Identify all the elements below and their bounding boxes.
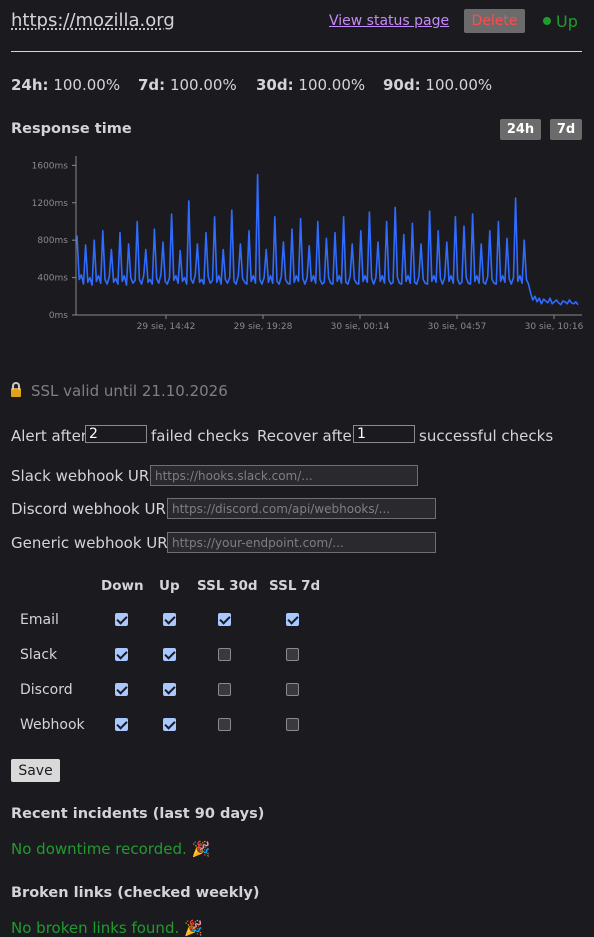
uptime-90d: 90d: 100.00% [383, 76, 492, 94]
x-tick-label: 29 sie, 19:28 [234, 322, 293, 332]
uptime-value: 100.00% [53, 76, 121, 94]
alert-after-input[interactable] [85, 425, 147, 443]
lock-icon [11, 382, 21, 397]
ssl-text: SSL valid until 21.10.2026 [31, 382, 228, 400]
notification-row-label: Email [20, 612, 59, 628]
notification-checkbox[interactable] [163, 648, 176, 661]
status-dot-icon [543, 17, 551, 25]
column-header-ssl-30d: SSL 30d [197, 578, 258, 594]
notification-checkbox[interactable] [286, 683, 299, 696]
recover-after-label: Recover after [257, 427, 358, 445]
delete-button[interactable]: Delete [464, 9, 525, 33]
x-tick-label: 30 sie, 04:57 [428, 322, 487, 332]
response-time-chart: 0ms 400ms 800ms 1200ms 1600ms 29 sie, 14:42 2… [32, 156, 584, 332]
notification-checkbox[interactable] [286, 718, 299, 731]
notification-checkbox[interactable] [163, 718, 176, 731]
broken-links-message: No broken links found. 🎉 [11, 919, 203, 937]
column-header-down: Down [101, 578, 144, 594]
successful-checks-label: successful checks [419, 427, 554, 445]
failed-checks-label: failed checks [151, 427, 250, 445]
y-tick-label: 1600ms [32, 161, 69, 171]
uptime-24h: 24h: 100.00% [11, 76, 120, 94]
slack-webhook-input[interactable] [150, 465, 418, 486]
alert-after-label: Alert after [11, 427, 87, 445]
uptime-30d: 30d: 100.00% [256, 76, 365, 94]
view-status-page-link[interactable]: View status page [329, 13, 449, 29]
status-badge: Up [543, 12, 578, 31]
incidents-title: Recent incidents (last 90 days) [11, 806, 265, 822]
y-tick-label: 800ms [37, 236, 68, 246]
uptime-7d: 7d: 100.00% [138, 76, 237, 94]
notification-checkbox[interactable] [218, 718, 231, 731]
save-button[interactable]: Save [11, 759, 60, 782]
notification-checkbox[interactable] [218, 648, 231, 661]
notification-checkbox[interactable] [115, 613, 128, 626]
uptime-value: 100.00% [169, 76, 237, 94]
x-tick-label: 30 sie, 00:14 [331, 322, 390, 332]
incidents-message: No downtime recorded. 🎉 [11, 840, 211, 858]
series-line [76, 173, 579, 306]
uptime-label: 30d: [256, 76, 294, 94]
notification-checkbox[interactable] [115, 648, 128, 661]
uptime-label: 90d: [383, 76, 421, 94]
notification-checkbox[interactable] [163, 613, 176, 626]
broken-links-title: Broken links (checked weekly) [11, 885, 260, 901]
y-tick-label: 400ms [37, 274, 68, 284]
header-divider [11, 51, 582, 52]
x-tick-label: 30 sie, 10:16 [525, 322, 584, 332]
recover-after-input[interactable] [353, 425, 415, 443]
notification-checkbox[interactable] [218, 683, 231, 696]
notification-checkbox[interactable] [286, 613, 299, 626]
notification-row-label: Webhook [20, 717, 85, 733]
uptime-value: 100.00% [298, 76, 366, 94]
range-24h-button[interactable]: 24h [500, 119, 541, 140]
notification-checkbox[interactable] [286, 648, 299, 661]
notification-checkbox[interactable] [115, 718, 128, 731]
slack-webhook-label: Slack webhook URL [11, 467, 158, 485]
y-tick-label: 1200ms [32, 199, 69, 209]
notification-row-label: Slack [20, 647, 58, 663]
range-7d-button[interactable]: 7d [550, 119, 582, 140]
site-url: https://mozilla.org [11, 10, 175, 31]
notification-checkbox[interactable] [115, 683, 128, 696]
response-time-title: Response time [11, 121, 132, 137]
column-header-ssl-7d: SSL 7d [269, 578, 321, 594]
discord-webhook-input[interactable] [167, 498, 436, 519]
generic-webhook-label: Generic webhook URL [11, 534, 177, 552]
column-header-up: Up [159, 578, 180, 594]
y-tick-label: 0ms [49, 311, 68, 321]
uptime-label: 24h: [11, 76, 49, 94]
notification-checkbox[interactable] [218, 613, 231, 626]
discord-webhook-label: Discord webhook URL [11, 500, 175, 518]
x-tick-label: 29 sie, 14:42 [137, 322, 196, 332]
generic-webhook-input[interactable] [167, 532, 436, 553]
uptime-value: 100.00% [425, 76, 493, 94]
notification-checkbox[interactable] [163, 683, 176, 696]
status-text: Up [556, 12, 578, 31]
ssl-status: SSL valid until 21.10.2026 [11, 382, 228, 400]
notification-row-label: Discord [20, 682, 73, 698]
uptime-label: 7d: [138, 76, 166, 94]
